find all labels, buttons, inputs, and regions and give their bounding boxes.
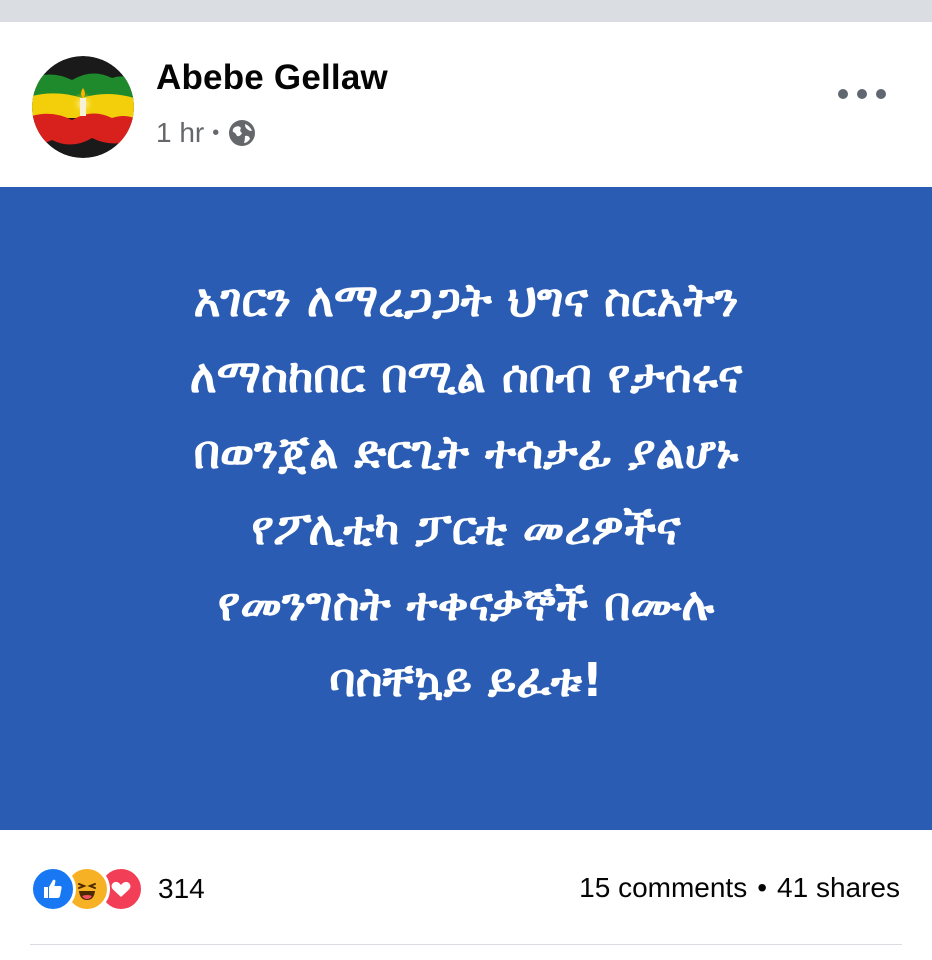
footer-divider	[30, 944, 902, 945]
more-options-button[interactable]	[838, 82, 886, 106]
engagement-counts: 15 comments • 41 shares	[579, 872, 900, 904]
more-dot-icon	[838, 89, 848, 99]
reactions-summary[interactable]: 314	[30, 866, 205, 912]
post-meta: 1 hr •	[156, 116, 257, 150]
meta-separator: •	[212, 121, 220, 144]
globe-icon	[227, 118, 257, 148]
avatar[interactable]	[32, 56, 134, 158]
post-header: Abebe Gellaw 1 hr •	[0, 22, 932, 186]
post-footer: 314 15 comments • 41 shares	[0, 830, 932, 960]
post-timestamp[interactable]: 1 hr	[156, 117, 204, 149]
counts-separator: •	[757, 872, 768, 903]
reaction-count: 314	[158, 873, 205, 904]
comments-link[interactable]: 15 comments	[579, 872, 747, 904]
post-text-card[interactable]: አገርን ለማረጋጋት ህግና ስርአትን ለማስከበር በሚል ሰበብ የታሰ…	[0, 187, 932, 830]
post-text: አገርን ለማረጋጋት ህግና ስርአትን ለማስከበር በሚል ሰበብ የታሰ…	[189, 272, 743, 707]
author-name[interactable]: Abebe Gellaw	[156, 58, 388, 98]
shares-link[interactable]: 41 shares	[777, 872, 900, 904]
like-icon	[30, 866, 76, 912]
more-dot-icon	[876, 89, 886, 99]
more-dot-icon	[857, 89, 867, 99]
top-strip	[0, 0, 932, 22]
